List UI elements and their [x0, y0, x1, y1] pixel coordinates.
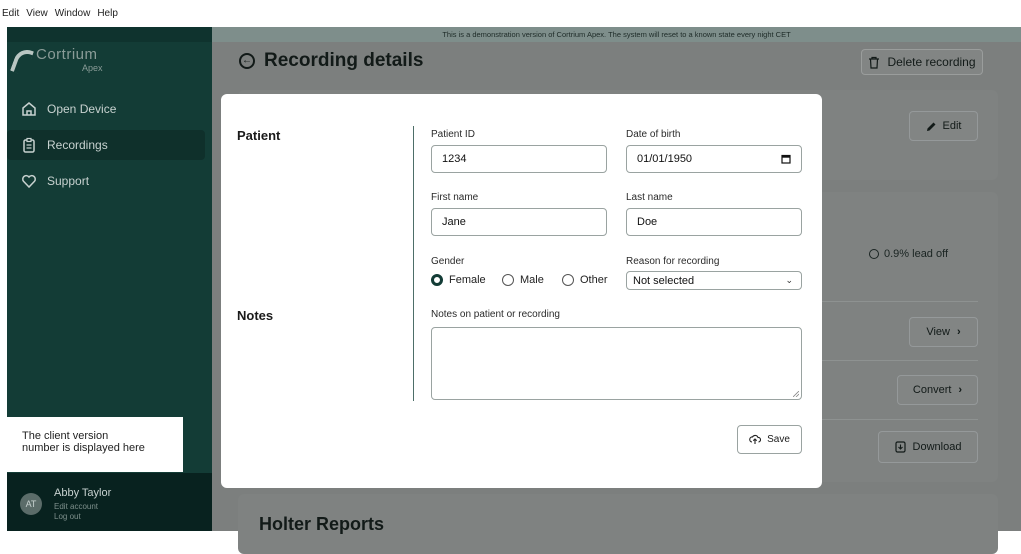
reason-select[interactable]: Not selected ⌄ [626, 271, 802, 290]
user-name: Abby Taylor [54, 487, 112, 499]
reason-label: Reason for recording [626, 256, 720, 267]
patient-section-title: Patient [237, 128, 281, 143]
logo-name: Cortrium [36, 46, 98, 63]
back-arrow-icon[interactable]: ← [239, 53, 255, 69]
delete-recording-label: Delete recording [887, 55, 976, 69]
last-name-field[interactable]: Doe [626, 208, 802, 236]
user-panel: AT Abby Taylor Edit account Log out [7, 473, 212, 531]
gender-male-label: Male [520, 274, 544, 286]
save-label: Save [767, 434, 790, 445]
convert-button[interactable]: Convert › [897, 375, 978, 405]
delete-recording-button[interactable]: Delete recording [861, 49, 983, 75]
dob-field[interactable]: 01/01/1950 [626, 145, 802, 173]
divider [812, 301, 978, 302]
chevron-right-icon: › [958, 384, 963, 396]
menu-window[interactable]: Window [55, 8, 91, 19]
sidebar-item-label: Open Device [47, 102, 117, 116]
menu-bar: Edit View Window Help [0, 0, 1021, 27]
download-icon [894, 441, 906, 453]
logo-sub: Apex [82, 63, 103, 73]
page-title-text: Recording details [264, 50, 424, 71]
view-label: View [926, 326, 950, 338]
convert-label: Convert [912, 384, 952, 396]
first-name-field[interactable]: Jane [431, 208, 607, 236]
radio-empty-icon [562, 274, 574, 286]
avatar[interactable]: AT [20, 493, 42, 515]
sidebar-item-open-device[interactable]: Open Device [7, 94, 205, 124]
reason-value: Not selected [633, 274, 695, 287]
tooltip-line-1: The client version [22, 430, 109, 442]
edit-label: Edit [942, 120, 962, 132]
dob-label: Date of birth [626, 129, 681, 140]
first-name-label: First name [431, 192, 479, 203]
chevron-down-icon: ⌄ [785, 275, 793, 285]
gender-label: Gender [431, 256, 465, 267]
notes-textarea[interactable] [431, 327, 802, 400]
banner-left [7, 27, 212, 42]
tooltip-line-2: number is displayed here [22, 442, 145, 454]
notes-section-title: Notes [237, 308, 274, 323]
edit-button[interactable]: Edit [909, 111, 978, 141]
holter-reports-title: Holter Reports [259, 514, 385, 534]
sidebar-item-label: Support [47, 174, 90, 188]
logout-link[interactable]: Log out [54, 512, 81, 521]
upload-cloud-icon [749, 434, 762, 444]
demo-banner-text: This is a demonstration version of Cortr… [442, 30, 791, 39]
patient-id-label: Patient ID [431, 129, 475, 140]
info-icon [869, 249, 879, 259]
lead-off-status: 0.9% lead off [869, 248, 948, 260]
patient-id-field[interactable]: 1234 [431, 145, 607, 173]
sidebar-item-recordings[interactable]: Recordings [7, 130, 205, 160]
menu-view[interactable]: View [26, 8, 48, 19]
divider [812, 419, 978, 420]
edit-patient-modal: Patient Notes Patient ID 1234 Date of bi… [221, 94, 822, 488]
notes-label: Notes on patient or recording [431, 309, 560, 320]
edit-account-link[interactable]: Edit account [54, 502, 98, 511]
gender-other-label: Other [580, 274, 608, 286]
chevron-right-icon: › [956, 326, 961, 338]
divider [812, 360, 978, 361]
dob-value: 01/01/1950 [637, 153, 693, 165]
view-button[interactable]: View › [909, 317, 978, 347]
home-icon [21, 101, 37, 117]
section-divider [413, 126, 414, 401]
last-name-label: Last name [626, 192, 673, 203]
demo-banner: This is a demonstration version of Cortr… [212, 27, 1021, 42]
radio-empty-icon [502, 274, 514, 286]
heart-icon [21, 173, 37, 189]
gender-female-radio[interactable]: Female [431, 274, 486, 286]
sidebar-item-label: Recordings [47, 138, 108, 152]
clipboard-icon [21, 137, 37, 153]
resize-handle-icon[interactable] [793, 391, 799, 397]
menu-edit[interactable]: Edit [2, 8, 19, 19]
download-button[interactable]: Download [878, 431, 978, 463]
download-label: Download [912, 441, 962, 453]
version-tooltip: The client version number is displayed h… [7, 417, 183, 472]
gender-male-radio[interactable]: Male [502, 274, 544, 286]
gender-other-radio[interactable]: Other [562, 274, 608, 286]
sidebar-item-support[interactable]: Support [7, 166, 205, 196]
gender-female-label: Female [449, 274, 486, 286]
pencil-icon [926, 122, 936, 131]
page-title: ← Recording details [239, 50, 423, 72]
calendar-icon[interactable] [781, 154, 791, 164]
menu-help[interactable]: Help [97, 8, 118, 19]
radio-selected-icon [431, 274, 443, 286]
lead-off-text: 0.9% lead off [884, 248, 949, 260]
save-button[interactable]: Save [737, 425, 802, 454]
trash-icon [869, 56, 880, 69]
